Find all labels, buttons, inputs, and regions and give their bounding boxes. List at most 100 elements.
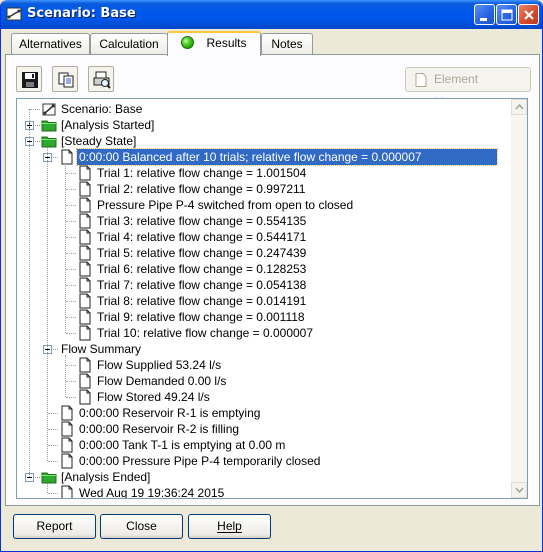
tree-connector: [66, 189, 76, 190]
tab-alternatives[interactable]: Alternatives: [11, 33, 90, 55]
tree-connector: [66, 221, 76, 222]
tree-connector: [47, 483, 48, 493]
minimize-icon: [480, 18, 487, 21]
document-icon: [61, 453, 73, 469]
tree-node-steady-state[interactable]: [Steady State]: [17, 133, 512, 149]
tree-item-trial[interactable]: Trial 8: relative flow change = 0.014191: [17, 293, 512, 309]
tree-connector: [66, 333, 76, 334]
tree-item-label: Flow Summary: [61, 342, 142, 356]
minimize-button[interactable]: [474, 4, 495, 25]
save-button[interactable]: [16, 66, 42, 92]
close-window-button[interactable]: [518, 4, 539, 25]
tree-item-trial[interactable]: Trial 7: relative flow change = 0.054138: [17, 277, 512, 293]
tree-item-trial[interactable]: Trial 3: relative flow change = 0.554135: [17, 213, 512, 229]
tab-label: Alternatives: [19, 37, 82, 51]
status-ok-icon: [181, 36, 195, 49]
document-icon: [61, 405, 73, 421]
tree-item-event[interactable]: 0:00:00 Reservoir R-1 is emptying: [17, 405, 512, 421]
document-icon: [79, 197, 91, 213]
tab-label: Calculation: [99, 37, 159, 51]
tab-notes[interactable]: Notes: [261, 33, 313, 55]
tree-node-analysis-ended[interactable]: [Analysis Ended]: [17, 469, 512, 485]
tree-item-event[interactable]: 0:00:00 Pressure Pipe P-4 temporarily cl…: [17, 453, 512, 469]
folder-icon: [41, 136, 57, 148]
tree-item-label: 0:00:00 Balanced after 10 trials; relati…: [76, 148, 498, 166]
tab-results[interactable]: Results: [167, 31, 261, 56]
maximize-button[interactable]: [496, 4, 517, 25]
tree-connector: [66, 253, 76, 254]
tree-item-flow[interactable]: Flow Stored 49.24 l/s: [17, 389, 512, 405]
tree-item-trial[interactable]: Trial 6: relative flow change = 0.128253: [17, 261, 512, 277]
copy-button[interactable]: [52, 66, 78, 92]
tree-item-trial[interactable]: Trial 4: relative flow change = 0.544171: [17, 229, 512, 245]
tree-item-label: Trial 1: relative flow change = 1.001504: [97, 166, 307, 180]
tree-item-label: Trial 5: relative flow change = 0.247439: [97, 246, 307, 260]
tree-item-trial[interactable]: Trial 5: relative flow change = 0.247439: [17, 245, 512, 261]
tree-item-trial[interactable]: Pressure Pipe P-4 switched from open to …: [17, 197, 512, 213]
tree-item-event[interactable]: 0:00:00 Reservoir R-2 is filling: [17, 421, 512, 437]
document-icon: [79, 213, 91, 229]
tree-connector: [66, 301, 76, 302]
tree-item-trial[interactable]: Trial 9: relative flow change = 0.001118: [17, 309, 512, 325]
vertical-scrollbar[interactable]: [511, 99, 527, 498]
tree-item-trial[interactable]: Trial 2: relative flow change = 0.997211: [17, 181, 512, 197]
tree-item-label: 0:00:00 Reservoir R-2 is filling: [79, 422, 240, 436]
tree-item-event[interactable]: 0:00:00 Tank T-1 is emptying at 0.00 m: [17, 437, 512, 453]
tree-item-label: [Analysis Started]: [61, 118, 155, 132]
tree-item-label: Pressure Pipe P-4 switched from open to …: [97, 198, 354, 212]
tree-item-label: Trial 9: relative flow change = 0.001118: [97, 310, 305, 324]
document-icon: [79, 261, 91, 277]
tab-strip: Alternatives Calculation Results Notes: [5, 31, 538, 56]
tree-item-label: Trial 10: relative flow change = 0.00000…: [97, 326, 314, 340]
maximize-icon: [501, 9, 513, 21]
document-icon: [61, 421, 73, 437]
print-preview-button[interactable]: [88, 66, 114, 92]
tab-calculation[interactable]: Calculation: [90, 33, 168, 55]
tree-root[interactable]: Scenario: Base: [17, 101, 512, 117]
tree-node-flow-summary[interactable]: Flow Summary: [17, 341, 512, 357]
tree-item-label: Scenario: Base: [61, 102, 143, 116]
document-icon: [79, 229, 91, 245]
tree-connector: [29, 109, 30, 477]
document-icon: [79, 389, 91, 405]
close-button[interactable]: Close: [100, 514, 183, 539]
scenario-window: Scenario: Base Alternatives Calculation …: [0, 0, 543, 552]
document-icon: [79, 165, 91, 181]
chevron-up-icon: [515, 104, 524, 110]
title-bar[interactable]: Scenario: Base: [1, 0, 542, 29]
tree-item-label: Trial 3: relative flow change = 0.554135: [97, 214, 307, 228]
tree-connector: [48, 445, 58, 446]
help-button[interactable]: Help: [188, 514, 271, 539]
tree-connector: [66, 317, 76, 318]
close-icon: [524, 10, 534, 20]
tree-connector: [65, 163, 66, 333]
results-tree[interactable]: Scenario: Base [Analysis Started] [Steady …: [16, 98, 528, 499]
report-button[interactable]: Report: [13, 514, 96, 539]
tree-item-flow[interactable]: Flow Supplied 53.24 l/s: [17, 357, 512, 373]
document-icon: [415, 73, 427, 87]
tree-connector: [48, 461, 58, 462]
scroll-down-button[interactable]: [511, 482, 527, 498]
document-icon: [61, 437, 73, 453]
tree-item-end-time[interactable]: Wed Aug 19 19:36:24 2015: [17, 485, 512, 498]
tree-connector: [66, 237, 76, 238]
tree-connector: [65, 355, 66, 397]
document-icon: [79, 325, 91, 341]
tree-item-label: Flow Demanded 0.00 l/s: [97, 374, 227, 388]
scroll-up-button[interactable]: [511, 99, 527, 115]
tree-item-trial[interactable]: Trial 10: relative flow change = 0.00000…: [17, 325, 512, 341]
tree-node-balanced[interactable]: 0:00:00 Balanced after 10 trials; relati…: [17, 148, 512, 166]
document-icon: [61, 485, 73, 498]
tree-connector: [66, 381, 76, 382]
tree-connector: [30, 109, 40, 110]
tab-label: Results: [206, 36, 247, 50]
print-preview-icon: [93, 71, 111, 89]
tree-item-label: Trial 2: relative flow change = 0.997211: [97, 182, 306, 196]
tree-item-flow[interactable]: Flow Demanded 0.00 l/s: [17, 373, 512, 389]
document-icon: [79, 373, 91, 389]
tree-node-analysis-started[interactable]: [Analysis Started]: [17, 117, 512, 133]
tree-connector: [66, 397, 76, 398]
tree-item-label: Trial 7: relative flow change = 0.054138: [97, 278, 307, 292]
element-messages-button[interactable]: Element Messages: [405, 67, 531, 109]
tree-item-trial[interactable]: Trial 1: relative flow change = 1.001504: [17, 165, 512, 181]
